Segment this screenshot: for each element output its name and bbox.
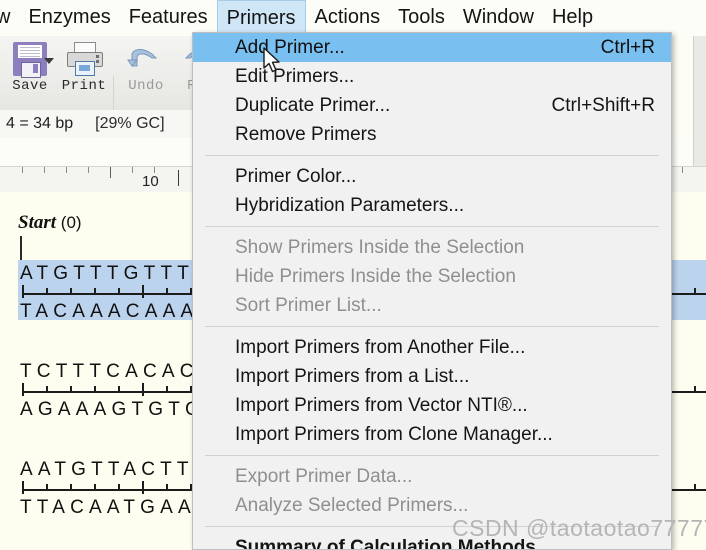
menubar-item-enzymes[interactable]: Enzymes (19, 0, 119, 34)
menu-item-label: Import Primers from Another File... (235, 337, 526, 358)
menu-item-label: Import Primers from Clone Manager... (235, 424, 553, 445)
menu-item-label: Primer Color... (235, 166, 357, 187)
menu-item-import-primers-another-file[interactable]: Import Primers from Another File... (193, 333, 671, 362)
menu-item-import-primers-vector-nti[interactable]: Import Primers from Vector NTI®... (193, 391, 671, 420)
menu-item-sort-primer-list: Sort Primer List... (193, 291, 671, 320)
application-window: Save Print Undo 4 = 34 bp [29% GC] 10 St… (0, 0, 706, 550)
start-annotation-position: (0) (60, 213, 82, 232)
menu-bar[interactable]: w Enzymes Features Primers Actions Tools… (0, 0, 706, 36)
menu-item-shortcut: Ctrl+R (600, 37, 655, 58)
menu-item-primer-color[interactable]: Primer Color... (193, 162, 671, 191)
save-dropdown-arrow-icon[interactable] (44, 58, 54, 64)
menu-item-label: Duplicate Primer... (235, 95, 391, 116)
ruler-tick-label-10: 10 (142, 173, 159, 190)
save-label: Save (12, 78, 48, 94)
menu-item-label: Show Primers Inside the Selection (235, 237, 525, 258)
menubar-item-actions[interactable]: Actions (306, 0, 390, 34)
menu-item-export-primer-data: Export Primer Data... (193, 462, 671, 491)
start-annotation: Start (0) (18, 212, 82, 234)
menu-item-hybridization-parameters[interactable]: Hybridization Parameters... (193, 191, 671, 220)
undo-arrow-icon (126, 42, 166, 76)
menubar-item-tools[interactable]: Tools (389, 0, 454, 34)
menu-item-import-primers-clone-manager[interactable]: Import Primers from Clone Manager... (193, 420, 671, 449)
menu-item-import-primers-from-list[interactable]: Import Primers from a List... (193, 362, 671, 391)
sequence-length-label: 4 = 34 bp (6, 115, 74, 132)
menu-item-label: Export Primer Data... (235, 466, 413, 487)
menu-item-shortcut: Ctrl+Shift+R (551, 95, 655, 116)
start-annotation-label: Start (18, 212, 57, 233)
menu-separator (205, 226, 659, 227)
print-icon (66, 42, 103, 76)
menu-item-remove-primers[interactable]: Remove Primers (193, 120, 671, 149)
gc-content-label: [29% GC] (95, 115, 165, 132)
menu-item-label: Import Primers from a List... (235, 366, 470, 387)
menu-item-duplicate-primer[interactable]: Duplicate Primer... Ctrl+Shift+R (193, 91, 671, 120)
menu-separator (205, 455, 659, 456)
menu-item-label: Analyze Selected Primers... (235, 495, 469, 516)
save-icon (13, 42, 47, 78)
menubar-item-window[interactable]: Window (454, 0, 543, 34)
start-marker (20, 236, 22, 262)
menu-item-label: Remove Primers (235, 124, 377, 145)
toolbar: Save Print Undo (0, 36, 215, 140)
menu-separator (205, 326, 659, 327)
right-gutter (693, 36, 706, 166)
undo-label: Undo (128, 78, 164, 94)
primers-dropdown-menu[interactable]: Add Primer... Ctrl+R Edit Primers... Dup… (192, 32, 672, 550)
menubar-item-primers[interactable]: Primers (216, 0, 306, 35)
menu-item-label: Hide Primers Inside the Selection (235, 266, 516, 287)
menu-item-label: Hybridization Parameters... (235, 195, 465, 216)
menu-item-label: Import Primers from Vector NTI®... (235, 395, 528, 416)
menu-item-show-primers-inside-selection: Show Primers Inside the Selection (193, 233, 671, 262)
menubar-item-clipped[interactable]: w (0, 0, 19, 34)
menu-item-label: Sort Primer List... (235, 295, 382, 316)
menubar-item-help[interactable]: Help (543, 0, 602, 34)
menu-item-label: Edit Primers... (235, 66, 355, 87)
watermark-text: CSDN @taotaotao7777777 (452, 515, 706, 541)
save-button[interactable]: Save (2, 39, 58, 94)
menu-item-label: Add Primer... (235, 37, 345, 58)
print-button[interactable]: Print (56, 39, 112, 94)
menu-item-edit-primers[interactable]: Edit Primers... (193, 62, 671, 91)
menu-item-hide-primers-inside-selection: Hide Primers Inside the Selection (193, 262, 671, 291)
undo-button[interactable]: Undo (118, 39, 174, 94)
print-label: Print (61, 78, 107, 94)
menu-separator (205, 155, 659, 156)
menu-item-add-primer[interactable]: Add Primer... Ctrl+R (193, 33, 671, 62)
sequence-info-strip: 4 = 34 bp [29% GC] (0, 110, 200, 139)
menubar-item-features[interactable]: Features (120, 0, 217, 34)
